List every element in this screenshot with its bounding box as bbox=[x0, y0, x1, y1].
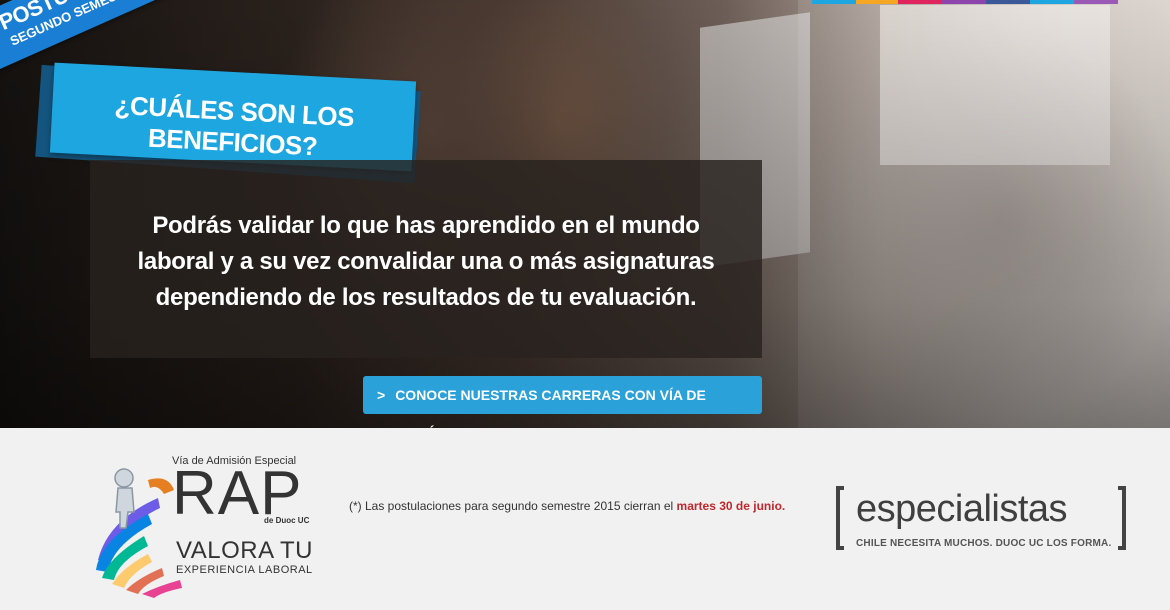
staircase-icon bbox=[96, 478, 182, 598]
rap-brand: de Duoc UC bbox=[264, 516, 309, 525]
message-box: Podrás validar lo que has aprendido en e… bbox=[90, 160, 762, 358]
rap-de: de bbox=[264, 516, 274, 525]
color-strip-segment bbox=[812, 0, 856, 4]
footnote-text: (*) Las postulaciones para segundo semes… bbox=[349, 499, 677, 513]
color-strip-segment bbox=[1030, 0, 1074, 4]
color-strip-segment bbox=[942, 0, 986, 4]
benefits-banner: ¿CUÁLES SON LOS BENEFICIOS? bbox=[49, 62, 417, 172]
rap-duoc: Duoc UC bbox=[275, 516, 310, 525]
rap-valora: VALORA TU bbox=[176, 537, 313, 564]
message-line: Podrás validar lo que has aprendido en e… bbox=[152, 212, 700, 239]
left-bracket-icon bbox=[836, 486, 844, 550]
color-strip-segment bbox=[856, 0, 898, 4]
right-bracket-icon bbox=[1118, 486, 1126, 550]
message-text: Podrás validar lo que has aprendido en e… bbox=[120, 208, 732, 316]
color-strip-segment bbox=[898, 0, 942, 4]
color-strip-segment bbox=[1074, 0, 1118, 4]
message-line: dependiendo de los resultados de tu eval… bbox=[155, 284, 697, 311]
footnote-date: martes 30 de junio. bbox=[676, 499, 786, 513]
message-line: laboral y a su vez convalidar una o más … bbox=[137, 248, 715, 275]
careers-cta-button[interactable]: >CONOCE NUESTRAS CARRERAS CON VÍA DE ADM… bbox=[363, 376, 762, 441]
footnote: (*) Las postulaciones para segundo semes… bbox=[349, 499, 785, 513]
benefits-heading: ¿CUÁLES SON LOS BENEFICIOS? bbox=[113, 89, 355, 162]
color-strip-segment bbox=[986, 0, 1030, 4]
especialistas-logo: especialistas CHILE NECESITA MUCHOS. DUO… bbox=[836, 486, 1126, 550]
especialistas-tagline: CHILE NECESITA MUCHOS. DUOC UC LOS FORMA… bbox=[856, 538, 1112, 549]
chevron-right-icon: > bbox=[377, 387, 386, 403]
rap-experiencia: EXPERIENCIA LABORAL bbox=[176, 564, 313, 576]
especialistas-wordmark: especialistas bbox=[856, 488, 1068, 530]
